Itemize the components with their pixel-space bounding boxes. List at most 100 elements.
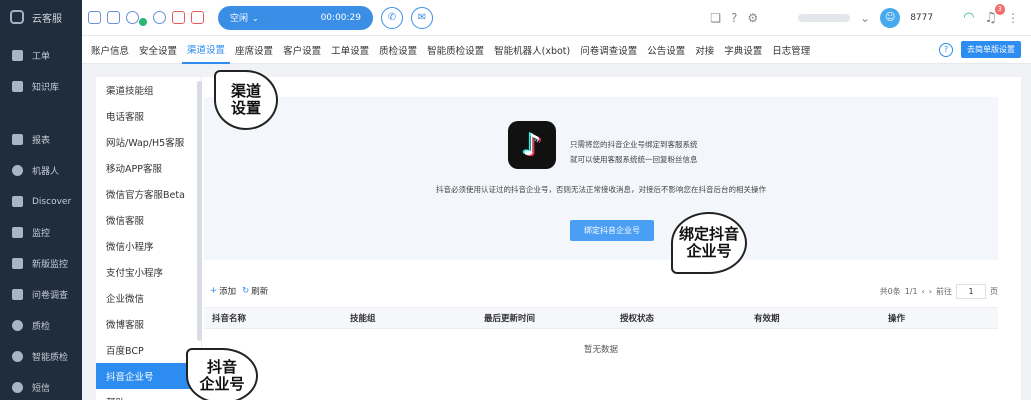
tab-customer-settings[interactable]: 客户设置 (278, 36, 326, 64)
top-bar: 空闲 ⌄ 00:00:29 ✆ ✉ ❏ ? ⚙ ⌄ ☺ 8777 ◠ ♫ 3 ⋮ (82, 0, 1031, 36)
help-circle-icon[interactable]: ? (939, 42, 953, 57)
sidebar-item-smart-quality[interactable]: 智能质检 (0, 341, 82, 372)
col-douyin-name: 抖音名称 (212, 314, 247, 324)
tab-integration[interactable]: 对接 (690, 36, 719, 64)
phone-button[interactable]: ✆ (381, 6, 403, 29)
refresh-button[interactable]: ↻ 刷新 (242, 285, 268, 297)
smart-check-icon (12, 351, 23, 362)
tab-account-info[interactable]: 账户信息 (86, 36, 134, 64)
tab-log-management[interactable]: 日志管理 (767, 36, 815, 64)
callout-channel-settings: 渠道 设置 (214, 70, 278, 130)
brand-logo-icon (10, 10, 24, 24)
settings-tabs: 账户信息 安全设置 渠道设置 座席设置 客户设置 工单设置 质检设置 智能质检设… (82, 36, 1031, 64)
tab-smart-quality-settings[interactable]: 智能质检设置 (422, 36, 489, 64)
tab-security[interactable]: 安全设置 (134, 36, 182, 64)
refresh-icon: ↻ (242, 286, 250, 296)
mail-icon[interactable] (172, 11, 185, 24)
help-icon[interactable]: ? (731, 11, 737, 25)
chat-icon[interactable] (126, 11, 139, 24)
prev-page-icon[interactable]: ‹ (922, 287, 925, 296)
sidebar-item-quality[interactable]: 质检 (0, 310, 82, 341)
sidebar-item-survey[interactable]: 问卷调查 (0, 279, 82, 310)
sub-item-wecom[interactable]: 企业微信 (96, 285, 201, 311)
agent-status-pill[interactable]: 空闲 ⌄ 00:00:29 (218, 5, 373, 30)
bind-douyin-button[interactable]: 绑定抖音企业号 (570, 220, 654, 241)
chevron-down-icon: ⌄ (252, 14, 259, 23)
sub-item-wechat-miniprogram[interactable]: 微信小程序 (96, 233, 201, 259)
simple-settings-button[interactable]: 去简单版设置 (961, 41, 1021, 58)
col-auth-status: 授权状态 (620, 314, 655, 324)
tab-xbot[interactable]: 智能机器人(xbot) (489, 36, 575, 64)
tab-quality-settings[interactable]: 质检设置 (374, 36, 422, 64)
close-box-icon[interactable] (191, 11, 204, 24)
sidebar-item-discover[interactable]: Discover (0, 186, 82, 217)
sub-item-skill-group[interactable]: 渠道技能组 (96, 77, 201, 103)
col-last-update: 最后更新时间 (484, 314, 536, 324)
page-unit: 页 (990, 286, 998, 296)
sub-item-help[interactable]: 帮助 (96, 389, 201, 400)
goto-label: 前往 (936, 286, 952, 296)
message-icon: ✉ (417, 12, 427, 23)
message-button[interactable]: ✉ (411, 6, 433, 29)
sidebar-item-monitor[interactable]: 监控 (0, 217, 82, 248)
bell-icon[interactable]: ♫ 3 (984, 3, 1005, 26)
plus-icon: + (210, 286, 218, 296)
check-circle-icon[interactable] (153, 11, 166, 24)
sidebar-item-knowledge[interactable]: 知识库 (0, 71, 82, 102)
sidebar-item-sms[interactable]: 短信 (0, 372, 82, 400)
col-skill-group: 技能组 (350, 314, 376, 324)
sms-icon (12, 382, 23, 393)
sub-item-alipay-miniprogram[interactable]: 支付宝小程序 (96, 259, 201, 285)
col-actions: 操作 (888, 314, 906, 324)
add-button[interactable]: + 添加 (210, 285, 236, 297)
panel-line-2: 就可以使用客服系统统一回复粉丝信息 (570, 155, 698, 164)
sub-item-wechat-official[interactable]: 微信官方客服Beta (96, 181, 201, 207)
sidebar-item-robot[interactable]: 机器人 (0, 155, 82, 186)
brand[interactable]: 云客服 (0, 0, 82, 34)
page-input[interactable]: 1 (956, 283, 986, 299)
tab-seat-settings[interactable]: 座席设置 (230, 36, 278, 64)
toolbar-icons (82, 10, 204, 26)
sub-menu-scrollbar[interactable] (197, 81, 202, 341)
account-name-redacted (798, 13, 851, 22)
sub-item-weibo[interactable]: 微博客服 (96, 311, 201, 337)
top-right-area: ❏ ? ⚙ ⌄ ☺ 8777 ◠ ♫ 3 ⋮ (710, 3, 1031, 28)
sidebar-item-monitor-new[interactable]: 新版监控 (0, 248, 82, 279)
table-header: 抖音名称 技能组 最后更新时间 授权状态 有效期 操作 (204, 307, 998, 329)
bar-chart-icon (12, 134, 23, 145)
shield-icon (12, 320, 23, 331)
app-root: 云客服 工单 知识库 报表 机器人 Discover 监控 新版监控 问卷调查 … (0, 0, 1031, 400)
sub-item-web[interactable]: 网站/Wap/H5客服 (96, 129, 201, 155)
wifi-icon: ◠ (963, 10, 975, 25)
tab-dictionary-settings[interactable]: 字典设置 (719, 36, 767, 64)
monitor-icon (12, 227, 23, 238)
sub-item-wechat[interactable]: 微信客服 (96, 207, 201, 233)
next-page-icon[interactable]: › (929, 287, 932, 296)
page-info: 1/1 (904, 286, 918, 296)
status-label: 空闲 (230, 14, 249, 24)
main-sidebar: 云客服 工单 知识库 报表 机器人 Discover 监控 新版监控 问卷调查 … (0, 0, 82, 400)
panel-line-1: 只需将您的抖音企业号绑定到客服系统 (570, 140, 698, 149)
sidebar-item-ticket[interactable]: 工单 (0, 40, 82, 71)
col-validity: 有效期 (754, 314, 780, 324)
volume-icon[interactable] (107, 11, 120, 24)
brand-name: 云客服 (32, 13, 62, 25)
tabbar-actions: ? 去简单版设置 (939, 41, 1031, 58)
sidebar-item-report[interactable]: 报表 (0, 124, 82, 155)
avatar[interactable]: ☺ (880, 7, 901, 28)
ticket-icon (12, 50, 23, 61)
settings-icon[interactable]: ⚙ (747, 11, 758, 25)
book-open-icon[interactable]: ❏ (710, 11, 721, 25)
pagination: 共0条 1/1 ‹ › 前往 1 页 (880, 283, 998, 299)
tab-ticket-settings[interactable]: 工单设置 (326, 36, 374, 64)
more-menu-icon[interactable]: ⋮ (1007, 11, 1019, 25)
call-timer: 00:00:29 (320, 12, 361, 23)
tab-channel-settings[interactable]: 渠道设置 (182, 36, 231, 64)
tab-notice-settings[interactable]: 公告设置 (642, 36, 690, 64)
chevron-down-icon[interactable]: ⌄ (860, 11, 870, 25)
menu-toggle-icon[interactable] (88, 11, 101, 24)
tab-survey-settings[interactable]: 问卷调查设置 (575, 36, 642, 64)
sub-item-app[interactable]: 移动APP客服 (96, 155, 201, 181)
monitor-new-icon (12, 258, 23, 269)
sub-item-phone[interactable]: 电话客服 (96, 103, 201, 129)
